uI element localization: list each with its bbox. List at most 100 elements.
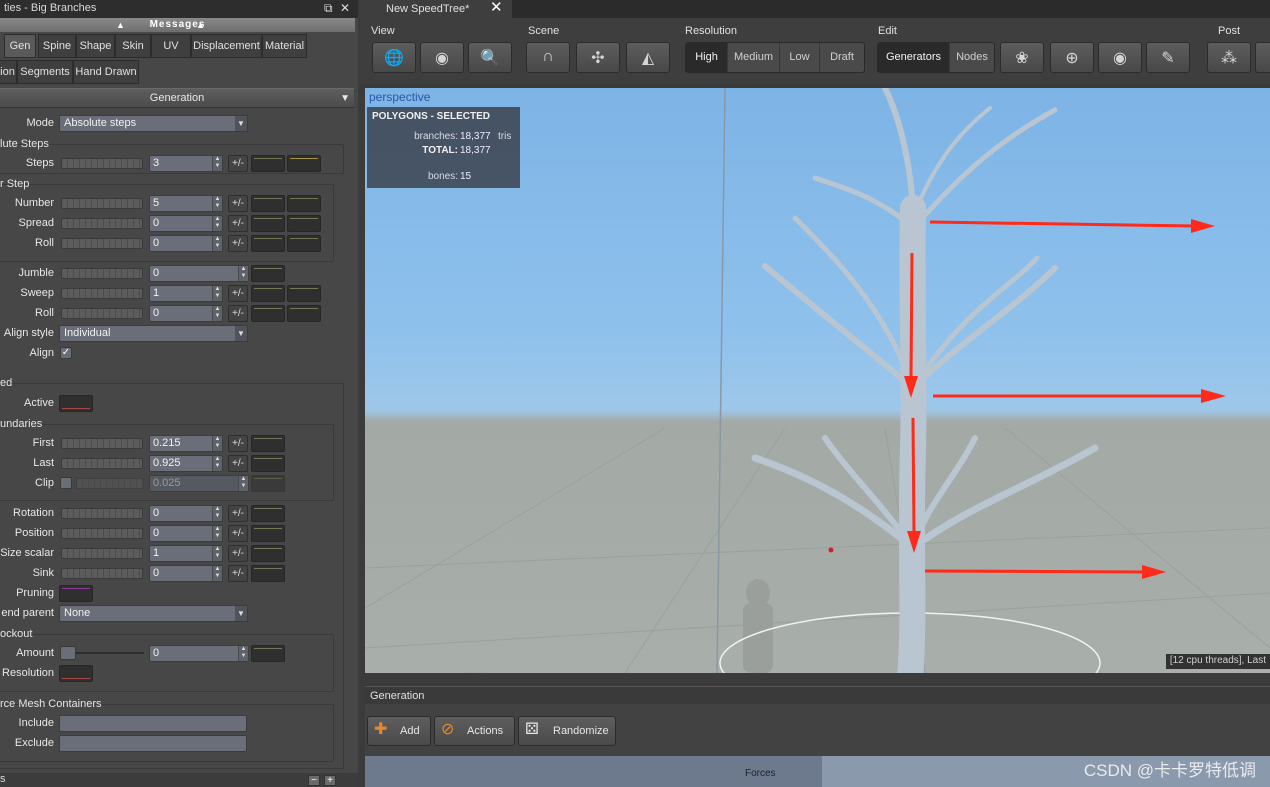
jumble-slider[interactable]	[61, 268, 143, 279]
generation-section-header[interactable]: Generation ▼	[0, 88, 354, 108]
edit-generators-button[interactable]: Generators	[878, 43, 950, 72]
rotation-input[interactable]: 0 ▲ ▼	[149, 505, 223, 522]
spinner[interactable]: ▲ ▼	[212, 506, 222, 521]
edit-nodes-button[interactable]: Nodes	[950, 43, 994, 72]
size-scalar-plus-minus-button[interactable]: +/-	[228, 545, 248, 562]
position-input[interactable]: 0 ▲ ▼	[149, 525, 223, 542]
tab-displacement[interactable]: Displacement	[191, 34, 262, 58]
tab-shape[interactable]: Shape	[76, 34, 115, 58]
sweep-curve[interactable]	[251, 285, 285, 302]
first-slider[interactable]	[61, 438, 143, 449]
spread-curve[interactable]	[251, 215, 285, 232]
roll2-input[interactable]: 0 ▲ ▼	[149, 305, 223, 322]
orbit-view-button[interactable]: ◉	[420, 42, 464, 73]
sweep-plus-minus-button[interactable]: +/-	[228, 285, 248, 302]
sink-plus-minus-button[interactable]: +/-	[228, 565, 248, 582]
messages-bar[interactable]: ▲ Messages ▲	[0, 18, 355, 32]
amount-input[interactable]: 0 ▲ ▼	[149, 645, 249, 662]
resolution-medium-button[interactable]: Medium	[728, 43, 780, 72]
roll2-plus-minus-button[interactable]: +/-	[228, 305, 248, 322]
jumble-input[interactable]: 0 ▲ ▼	[149, 265, 249, 282]
size-scalar-input[interactable]: 1 ▲ ▼	[149, 545, 223, 562]
spinner[interactable]: ▲ ▼	[238, 646, 248, 661]
amount-curve[interactable]	[251, 645, 285, 662]
exclude-field[interactable]	[59, 735, 247, 752]
spinner[interactable]: ▲ ▼	[212, 456, 222, 471]
resolution-low-button[interactable]: Low	[780, 43, 820, 72]
position-plus-minus-button[interactable]: +/-	[228, 525, 248, 542]
globe-view-button[interactable]: 🌐	[372, 42, 416, 73]
roll-plus-minus-button[interactable]: +/-	[228, 235, 248, 252]
size-scalar-slider[interactable]	[61, 548, 143, 559]
last-slider[interactable]	[61, 458, 143, 469]
tab-material[interactable]: Material	[262, 34, 307, 58]
number-curve-2[interactable]	[287, 195, 321, 212]
sink-input[interactable]: 0 ▲ ▼	[149, 565, 223, 582]
zoom-view-button[interactable]: 🔍	[468, 42, 512, 73]
pruning-color-swatch[interactable]	[59, 585, 93, 602]
resolution-draft-button[interactable]: Draft	[820, 43, 864, 72]
expand-button[interactable]: +	[324, 775, 336, 786]
tab-uv[interactable]: UV	[151, 34, 191, 58]
roll-curve-2[interactable]	[287, 235, 321, 252]
spread-plus-minus-button[interactable]: +/-	[228, 215, 248, 232]
randomize-button[interactable]: ⚄ Randomize	[518, 716, 616, 746]
clip-input[interactable]: 0.025 ▲ ▼	[149, 475, 249, 492]
steps-curve[interactable]	[251, 155, 285, 172]
clip-curve[interactable]	[251, 475, 285, 492]
last-input[interactable]: 0.925 ▲ ▼	[149, 455, 223, 472]
sweep-input[interactable]: 1 ▲ ▼	[149, 285, 223, 302]
number-slider[interactable]	[61, 198, 143, 209]
spinner[interactable]: ▲ ▼	[212, 306, 222, 321]
add-branch-button[interactable]: ⊕	[1050, 42, 1094, 73]
tab-skin[interactable]: Skin	[115, 34, 151, 58]
spinner[interactable]: ▲ ▼	[212, 436, 222, 451]
spread-input[interactable]: 0 ▲ ▼	[149, 215, 223, 232]
position-curve[interactable]	[251, 525, 285, 542]
align-style-select[interactable]: Individual ▼	[59, 325, 248, 342]
rotation-plus-minus-button[interactable]: +/-	[228, 505, 248, 522]
eye-button[interactable]: ◉	[1098, 42, 1142, 73]
spinner[interactable]: ▲ ▼	[238, 476, 248, 491]
tab-ion[interactable]: ion	[0, 60, 17, 84]
roll2-curve[interactable]	[251, 305, 285, 322]
leaf-tool-button[interactable]: ❀	[1000, 42, 1044, 73]
add-button[interactable]: ✚ Add	[367, 716, 431, 746]
number-curve[interactable]	[251, 195, 285, 212]
collapse-button[interactable]: −	[308, 775, 320, 786]
roll-slider[interactable]	[61, 238, 143, 249]
spinner[interactable]: ▲ ▼	[238, 266, 248, 281]
spinner[interactable]: ▲ ▼	[212, 216, 222, 231]
number-input[interactable]: 5 ▲ ▼	[149, 195, 223, 212]
spinner[interactable]: ▲ ▼	[212, 526, 222, 541]
number-plus-minus-button[interactable]: +/-	[228, 195, 248, 212]
first-input[interactable]: 0.215 ▲ ▼	[149, 435, 223, 452]
jumble-curve[interactable]	[251, 265, 285, 282]
last-plus-minus-button[interactable]: +/-	[228, 455, 248, 472]
tab-hand-drawn[interactable]: Hand Drawn	[73, 60, 139, 84]
close-icon[interactable]: ✕	[340, 1, 350, 15]
clip-checkbox[interactable]	[60, 477, 72, 489]
end-parent-select[interactable]: None ▼	[59, 605, 248, 622]
spinner[interactable]: ▲ ▼	[212, 236, 222, 251]
resolution-color-swatch[interactable]	[59, 665, 93, 682]
actions-button[interactable]: ⊘ Actions	[434, 716, 515, 746]
fan-button[interactable]: ✣	[576, 42, 620, 73]
sink-slider[interactable]	[61, 568, 143, 579]
roll2-slider[interactable]	[61, 308, 143, 319]
mode-select[interactable]: Absolute steps ▼	[59, 115, 248, 132]
rotation-slider[interactable]	[61, 508, 143, 519]
first-curve[interactable]	[251, 435, 285, 452]
spread-slider[interactable]	[61, 218, 143, 229]
sink-curve[interactable]	[251, 565, 285, 582]
steps-input[interactable]: 3 ▲ ▼	[149, 155, 223, 172]
close-icon[interactable]: ✕	[490, 0, 503, 17]
active-color-swatch[interactable]	[59, 395, 93, 412]
sweep-curve-2[interactable]	[287, 285, 321, 302]
spinner[interactable]: ▲ ▼	[212, 196, 222, 211]
steps-curve-2[interactable]	[287, 155, 321, 172]
spinner[interactable]: ▲ ▼	[212, 566, 222, 581]
post-circles-button[interactable]: ⁂	[1207, 42, 1251, 73]
spinner[interactable]: ▲ ▼	[212, 156, 222, 171]
float-icon[interactable]: ⧉	[324, 1, 333, 16]
